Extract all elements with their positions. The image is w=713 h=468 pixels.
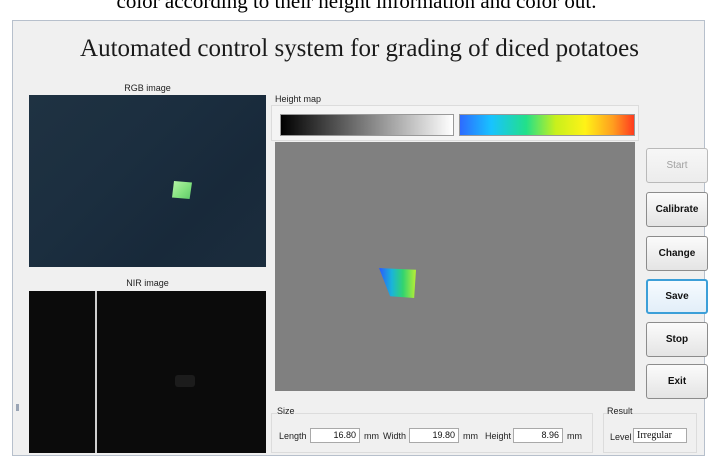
figure-caption-fragment: color according to their height informat… [116,0,597,13]
rgb-image-label: RGB image [124,83,171,93]
size-group-title: Size [277,406,295,416]
width-field[interactable]: 19.80 [409,428,459,443]
potato-cube-rgb [172,181,192,199]
jet-colorbar [459,114,635,136]
height-label: Height [485,431,512,441]
nir-image-label: NIR image [126,278,169,288]
level-label: Level [610,432,632,442]
length-unit: mm [364,431,379,441]
width-label: Width [383,431,407,441]
height-map-label: Height map [275,94,322,104]
screen: Automated control system for grading of … [0,13,713,468]
length-label: Length [279,431,307,441]
nir-reflection-line [95,291,97,453]
rgb-image-view [29,95,266,267]
height-map-view [275,142,635,391]
length-field[interactable]: 16.80 [310,428,360,443]
level-field[interactable]: Irregular [633,428,687,443]
colorbar-panel [271,105,639,141]
window-edge-marker [16,404,19,411]
start-button[interactable]: Start [646,148,708,183]
width-unit: mm [463,431,478,441]
result-group-title: Result [607,406,633,416]
save-button[interactable]: Save [646,279,708,314]
calibrate-button[interactable]: Calibrate [646,192,708,227]
exit-button[interactable]: Exit [646,364,708,399]
potato-cube-height [379,268,416,298]
nir-image-view [29,291,266,453]
height-unit: mm [567,431,582,441]
app-window: Automated control system for grading of … [12,20,708,456]
potato-cube-nir [175,375,195,387]
stop-button[interactable]: Stop [646,322,708,357]
change-button[interactable]: Change [646,236,708,271]
grayscale-colorbar [280,114,454,136]
height-field[interactable]: 8.96 [513,428,563,443]
app-title: Automated control system for grading of … [80,35,639,62]
